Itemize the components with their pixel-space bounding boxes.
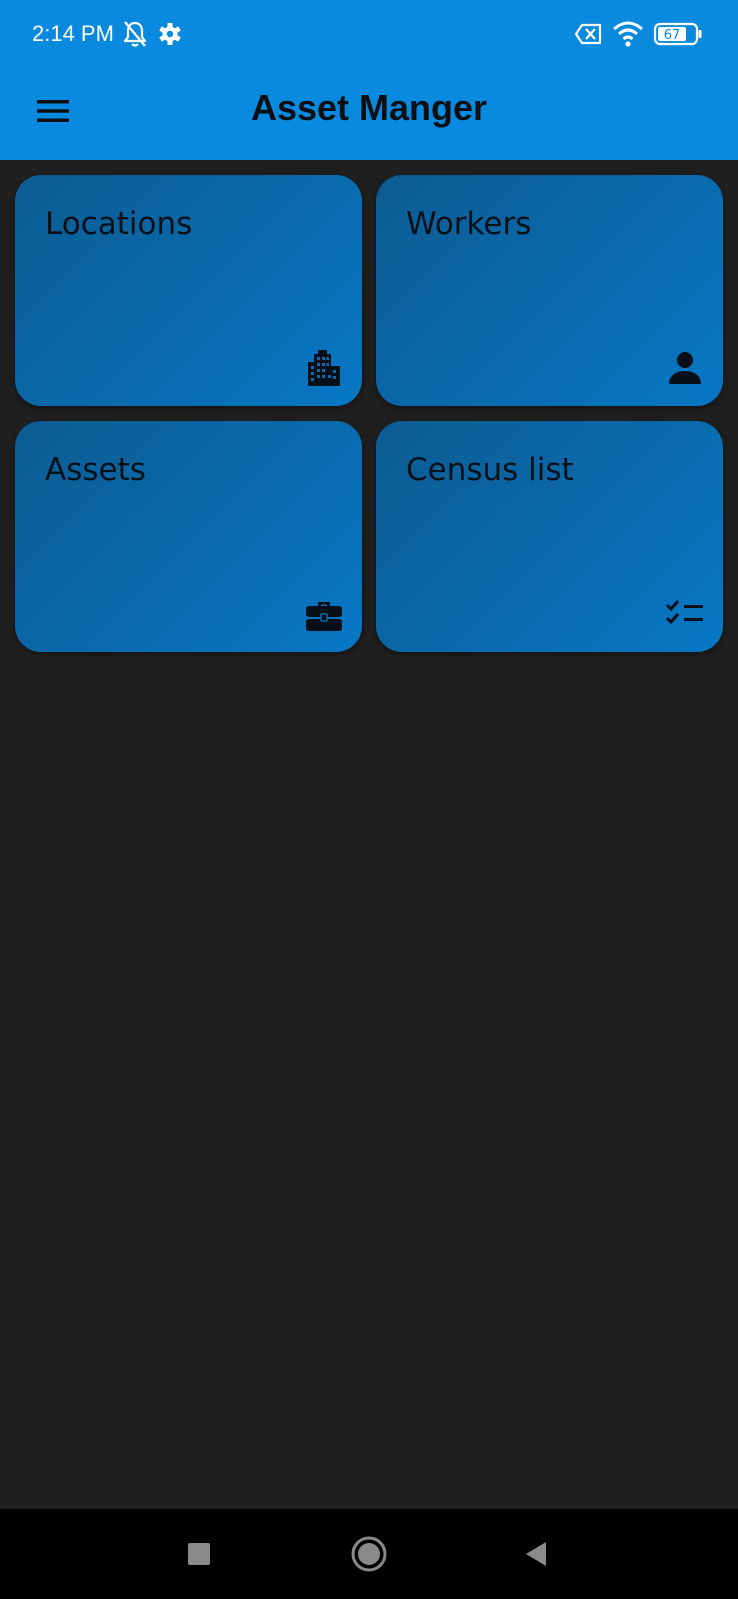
workers-card[interactable]: Workers (376, 175, 723, 406)
card-title: Locations (45, 206, 193, 242)
bell-off-icon (123, 21, 147, 47)
app-title: Asset Manger (250, 87, 488, 128)
status-bar: 2:14 PM 67 (0, 0, 738, 68)
settings-gear-icon (159, 23, 181, 45)
card-title: Census list (406, 452, 574, 488)
toolbar: Asset Manger (0, 68, 738, 160)
recents-square-icon (188, 1543, 210, 1565)
building-icon (308, 350, 340, 386)
recents-button[interactable] (174, 1529, 224, 1579)
back-triangle-icon (526, 1542, 546, 1566)
system-navigation-bar (0, 1509, 738, 1599)
wifi-icon (613, 21, 643, 47)
home-circle-icon (351, 1536, 387, 1572)
battery-icon: 67 (653, 22, 702, 46)
back-button[interactable] (511, 1529, 561, 1579)
battery-level: 67 (664, 28, 681, 43)
card-title: Workers (406, 206, 532, 242)
assets-card[interactable]: Assets (15, 421, 362, 652)
census-list-card[interactable]: Census list (376, 421, 723, 652)
briefcase-icon (306, 602, 342, 631)
app-bar: 2:14 PM 67 Asset Manger (0, 0, 738, 160)
home-button[interactable] (344, 1529, 394, 1579)
checklist-icon (665, 600, 703, 625)
locations-card[interactable]: Locations (15, 175, 362, 406)
person-icon (669, 352, 701, 384)
status-time: 2:14 PM (32, 21, 114, 46)
no-sim-icon (574, 23, 602, 45)
card-title: Assets (45, 452, 146, 488)
